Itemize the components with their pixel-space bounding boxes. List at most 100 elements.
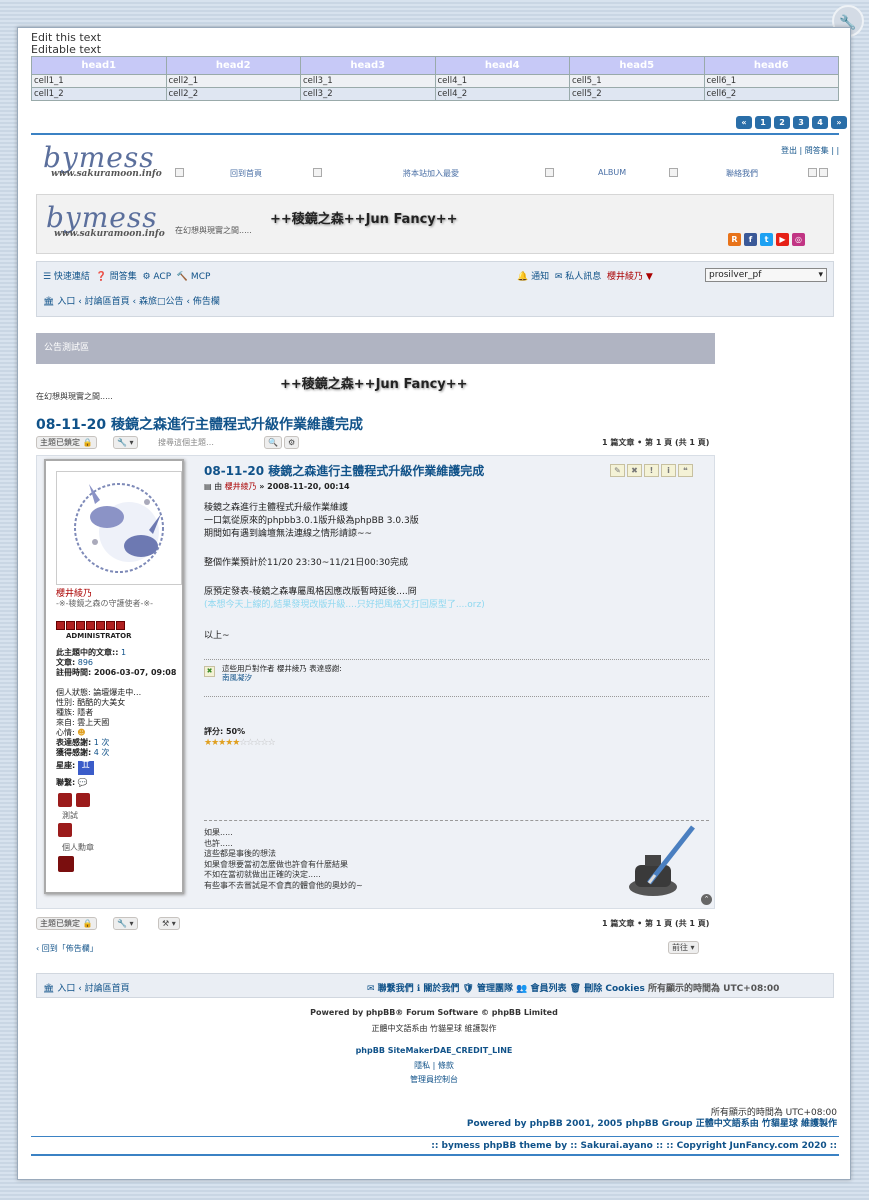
broken-image-icon (313, 168, 322, 177)
home-icon: 🏛 (43, 984, 55, 994)
table-cell: cell4_1 (434, 74, 570, 88)
thanks-remove-icon[interactable]: ✖ (204, 666, 215, 677)
mcp-link[interactable]: 🔨 MCP (177, 272, 211, 282)
nav-album[interactable]: ALBUM (598, 168, 626, 177)
quote-icon[interactable]: ❝ (678, 464, 693, 477)
moderator-tools-button[interactable]: ⚒ ▾ (158, 917, 180, 930)
topic-tools-button[interactable]: 🔧 ▾ (113, 436, 138, 449)
topic-search-input[interactable]: 搜尋這個主題… (158, 436, 258, 449)
instagram-icon[interactable]: ◎ (792, 233, 805, 246)
nav-contact[interactable]: 聯絡我們 (726, 168, 758, 179)
bottom-theme-credit[interactable]: :: bymess phpBB theme by :: Sakurai.ayan… (431, 1141, 837, 1151)
mood-label: 心情: (56, 728, 75, 737)
header-logo[interactable]: bymess www.sakuramoon.info (46, 201, 165, 239)
post-line: 以上~ (204, 631, 230, 641)
search-button[interactable]: 🔍 (264, 436, 282, 449)
signature-line: 不如在當初就做出正確的決定..... (204, 870, 321, 879)
rank-title: ADMINISTRATOR (66, 632, 132, 640)
bottom-powered[interactable]: Powered by phpBB 2001, 2005 phpBB Group … (467, 1116, 837, 1129)
nav-home[interactable]: 回到首頁 (230, 168, 262, 179)
delete-icon[interactable]: ✖ (627, 464, 642, 477)
style-select-value: prosilver_pf (709, 270, 762, 280)
medal-label: 個人勳章 (62, 843, 94, 852)
post-title[interactable]: 08-11-20 稜鏡之森進行主體程式升級作業維護完成 (204, 462, 484, 479)
sitemaker-credit[interactable]: phpBB SiteMakerDAE_CREDIT_LINE (18, 1046, 850, 1055)
pager-page[interactable]: 1 (755, 116, 771, 129)
post-meta-prefix: 由 (214, 482, 223, 491)
pager-page[interactable]: 4 (812, 116, 828, 129)
top-user-links[interactable]: 登出 | 問答集 | | (781, 145, 839, 156)
youtube-icon[interactable]: ▶ (776, 233, 789, 246)
table-cell: cell5_1 (569, 74, 705, 88)
powered-by[interactable]: Powered by phpBB® Forum Software © phpBB… (18, 1008, 850, 1017)
pager-next[interactable]: » (831, 116, 847, 129)
breadcrumb-portal[interactable]: 入口 (57, 297, 75, 307)
posts-label: 文章: (56, 658, 76, 667)
topic-title[interactable]: 08-11-20 稜鏡之森進行主體程式升級作業維護完成 (36, 414, 363, 434)
breadcrumb-forum-index[interactable]: 討論區首頁 (85, 297, 130, 307)
table-cell: cell3_2 (300, 87, 436, 101)
jump-to-button[interactable]: 前往 ▾ (668, 941, 699, 954)
thanked-link[interactable]: 1 次 (94, 738, 110, 747)
user-menu[interactable]: 櫻井綾乃 ▼ (607, 272, 653, 282)
table-cell: cell1_1 (31, 74, 167, 88)
info-icon[interactable]: i (661, 464, 676, 477)
profile-status: 個人狀態: 論壇爆走中… (56, 688, 142, 697)
quick-links[interactable]: ☰ 快速連結 (43, 272, 90, 282)
profile-gender: 性別: 酷酷的大美女 (56, 698, 126, 707)
breadcrumb-board[interactable]: 佈告欄 (193, 297, 220, 307)
back-to-top-icon[interactable]: ⌃ (701, 894, 712, 905)
table-row: cell1_1 cell2_1 cell3_1 cell4_1 cell5_1 … (31, 74, 839, 88)
footer-links[interactable]: ✉ 聯繫我們 ℹ 關於我們 🛡 管理團隊 👥 會員列表 🗑 刪除 Cookies (367, 984, 645, 994)
footer-breadcrumb-index[interactable]: 討論區首頁 (85, 984, 130, 994)
acp-link[interactable]: ⚙ ACP (142, 272, 171, 282)
post-author[interactable]: 櫻井綾乃 (225, 482, 257, 491)
medal-icon (58, 856, 74, 872)
thanks-user[interactable]: 南風凝汐 (222, 673, 252, 682)
locked-button[interactable]: 主題已鎖定 🔒 (36, 436, 97, 449)
chevron-down-icon: ▾ (818, 270, 823, 280)
got-thanks-label: 獲得感謝: (56, 748, 92, 757)
broken-image-icon (669, 168, 678, 177)
translation-credit[interactable]: 正體中文語系由 竹貓星球 維護製作 (18, 1023, 850, 1034)
footer-breadcrumb-portal[interactable]: 入口 (57, 984, 75, 994)
contact-icon[interactable]: 💬 (78, 778, 88, 787)
topic-tools-button[interactable]: 🔧 ▾ (113, 917, 138, 930)
twitter-icon[interactable]: t (760, 233, 773, 246)
posts-link[interactable]: 896 (78, 658, 93, 667)
advanced-search-button[interactable]: ⚙ (284, 436, 300, 449)
profile-username[interactable]: 櫻井綾乃 (56, 589, 92, 599)
got-thanks-link[interactable]: 4 次 (94, 748, 110, 757)
post-line: 整個作業預計於11/20 23:30~11/21日00:30完成 (204, 558, 409, 568)
pager-prev[interactable]: « (736, 116, 752, 129)
facebook-icon[interactable]: f (744, 233, 757, 246)
privacy-terms[interactable]: 隱私 | 條款 (18, 1060, 850, 1071)
edit-icon[interactable]: ✎ (610, 464, 625, 477)
nav-favorite[interactable]: 將本站加入最愛 (403, 168, 459, 179)
pager-page[interactable]: 2 (774, 116, 790, 129)
notifications-link[interactable]: 🔔 通知 (517, 272, 549, 282)
post-line: 原預定發表-稜鏡之森專屬風格因應改版暫時延後....冏 (204, 587, 417, 597)
back-to-board[interactable]: ‹ 回到「佈告欄」 (36, 943, 98, 954)
report-icon[interactable]: ! (644, 464, 659, 477)
breadcrumb-category[interactable]: 森旅□公告 (139, 297, 184, 307)
topic-posts-link[interactable]: 1 (121, 648, 126, 657)
table-cell: cell6_1 (703, 74, 839, 88)
contact-label: 聯繫: (56, 778, 76, 787)
medal-icon (58, 823, 72, 837)
post-line: 稜鏡之森進行主體程式升級作業維護 (204, 503, 349, 513)
site-title-2: ++稜鏡之森++Jun Fancy++ (280, 377, 468, 392)
pm-link[interactable]: ✉ 私人訊息 (555, 272, 601, 282)
site-logo[interactable]: bymess www.sakuramoon.info (43, 141, 162, 179)
navbar: ☰ 快速連結 ❓ 問答集 ⚙ ACP 🔨 MCP 🔔 通知 ✉ 私人訊息 櫻井綾… (36, 261, 834, 317)
rss-icon[interactable]: R (728, 233, 741, 246)
pager-page[interactable]: 3 (793, 116, 809, 129)
admin-panel-link[interactable]: 管理員控制台 (18, 1074, 850, 1085)
post-profile: 櫻井綾乃 -※-稜鏡之森の守護使者-※- ADMINISTRATOR 此主題中的… (44, 459, 184, 894)
faq-link[interactable]: ❓ 問答集 (96, 272, 137, 282)
locked-button[interactable]: 主題已鎖定 🔒 (36, 917, 97, 930)
edit-sub[interactable]: Editable text (31, 43, 101, 56)
rating-stars[interactable]: ★★★★★☆☆☆☆☆ (204, 738, 276, 748)
style-select[interactable]: prosilver_pf ▾ (705, 268, 827, 282)
tagline-2: 在幻想與現實之間..... (36, 392, 113, 401)
